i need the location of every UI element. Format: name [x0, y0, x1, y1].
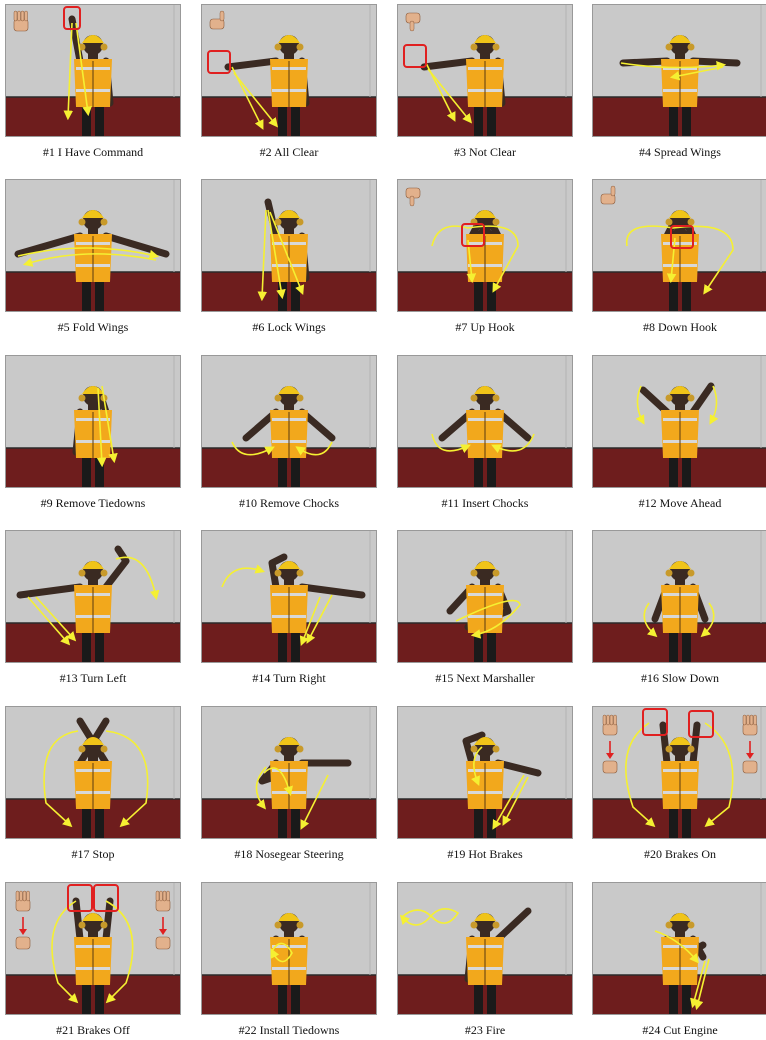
- gesture-photo: [592, 355, 766, 488]
- hand-open-to-fist-icon: [742, 714, 758, 736]
- gesture-caption: #14 Turn Right: [252, 671, 326, 685]
- gesture-panel: #20 Brakes On: [592, 706, 766, 862]
- gesture-panel: #23 Fire: [397, 882, 573, 1038]
- gesture-photo: [201, 4, 377, 137]
- gesture-photo: [397, 706, 573, 839]
- gesture-caption: #7 Up Hook: [455, 320, 515, 334]
- gesture-caption: #1 I Have Command: [42, 145, 144, 159]
- gesture-panel: #11 Insert Chocks: [397, 355, 573, 511]
- gesture-panel: #15 Next Marshaller: [397, 530, 573, 686]
- gesture-caption: #17 Stop: [71, 847, 115, 861]
- gesture-panel: #21 Brakes Off: [5, 882, 181, 1038]
- gesture-panel: #7 Up Hook: [397, 179, 573, 335]
- gesture-panel: #16 Slow Down: [592, 530, 766, 686]
- gesture-panel: #1 I Have Command: [5, 4, 181, 160]
- gesture-figure-grid: #1 I Have Command #2 All Clear #3 Not Clea…: [0, 0, 766, 1040]
- gesture-caption: #8 Down Hook: [643, 320, 717, 334]
- gesture-caption: #3 Not Clear: [454, 145, 516, 159]
- gesture-panel: #14 Turn Right: [201, 530, 377, 686]
- gesture-caption: #16 Slow Down: [640, 671, 719, 685]
- fist-to-hand-open-icon: [15, 890, 31, 912]
- gesture-photo: [397, 179, 573, 312]
- gesture-photo: [592, 882, 766, 1015]
- gesture-photo: [201, 882, 377, 1015]
- gesture-photo: [201, 706, 377, 839]
- gesture-photo: [397, 4, 573, 137]
- gesture-caption: #5 Fold Wings: [57, 320, 129, 334]
- gesture-panel: #5 Fold Wings: [5, 179, 181, 335]
- gesture-caption: #12 Move Ahead: [638, 496, 722, 510]
- gesture-caption: #10 Remove Chocks: [239, 496, 339, 510]
- hand-open-to-fist-icon: [602, 714, 618, 736]
- gesture-panel: #4 Spread Wings: [592, 4, 766, 160]
- gesture-caption: #2 All Clear: [259, 145, 319, 159]
- gesture-photo: [397, 882, 573, 1015]
- gesture-photo: [592, 179, 766, 312]
- gesture-panel: #12 Move Ahead: [592, 355, 766, 511]
- gesture-panel: #2 All Clear: [201, 4, 377, 160]
- gesture-panel: #13 Turn Left: [5, 530, 181, 686]
- gesture-photo: [201, 179, 377, 312]
- gesture-photo: [5, 179, 181, 312]
- gesture-caption: #22 Install Tiedowns: [238, 1023, 340, 1037]
- gesture-caption: #6 Lock Wings: [252, 320, 326, 334]
- gesture-caption: #24 Cut Engine: [642, 1023, 718, 1037]
- gesture-panel: #10 Remove Chocks: [201, 355, 377, 511]
- gesture-panel: #22 Install Tiedowns: [201, 882, 377, 1038]
- gesture-photo: [397, 530, 573, 663]
- gesture-caption: #20 Brakes On: [644, 847, 716, 861]
- hand-icon: [13, 10, 29, 32]
- gesture-photo: [5, 530, 181, 663]
- gesture-caption: #13 Turn Left: [59, 671, 127, 685]
- gesture-panel: #6 Lock Wings: [201, 179, 377, 335]
- gesture-photo: [5, 706, 181, 839]
- gesture-caption: #23 Fire: [464, 1023, 506, 1037]
- gesture-panel: #18 Nosegear Steering: [201, 706, 377, 862]
- gesture-caption: #4 Spread Wings: [639, 145, 721, 159]
- gesture-photo: [592, 530, 766, 663]
- gesture-photo: [5, 4, 181, 137]
- gesture-panel: #3 Not Clear: [397, 4, 573, 160]
- fist-to-hand-open-icon: [155, 890, 171, 912]
- gesture-caption: #9 Remove Tiedowns: [40, 496, 146, 510]
- gesture-panel: #19 Hot Brakes: [397, 706, 573, 862]
- gesture-caption: #15 Next Marshaller: [435, 671, 535, 685]
- gesture-photo: [592, 706, 766, 839]
- gesture-caption: #18 Nosegear Steering: [234, 847, 344, 861]
- gesture-caption: #11 Insert Chocks: [441, 496, 529, 510]
- gesture-photo: [201, 355, 377, 488]
- gesture-panel: #9 Remove Tiedowns: [5, 355, 181, 511]
- gesture-caption: #19 Hot Brakes: [447, 847, 523, 861]
- gesture-panel: #24 Cut Engine: [592, 882, 766, 1038]
- gesture-photo: [201, 530, 377, 663]
- gesture-photo: [592, 4, 766, 137]
- gesture-caption: #21 Brakes Off: [56, 1023, 130, 1037]
- gesture-panel: #8 Down Hook: [592, 179, 766, 335]
- gesture-panel: #17 Stop: [5, 706, 181, 862]
- gesture-photo: [5, 882, 181, 1015]
- gesture-photo: [397, 355, 573, 488]
- gesture-photo: [5, 355, 181, 488]
